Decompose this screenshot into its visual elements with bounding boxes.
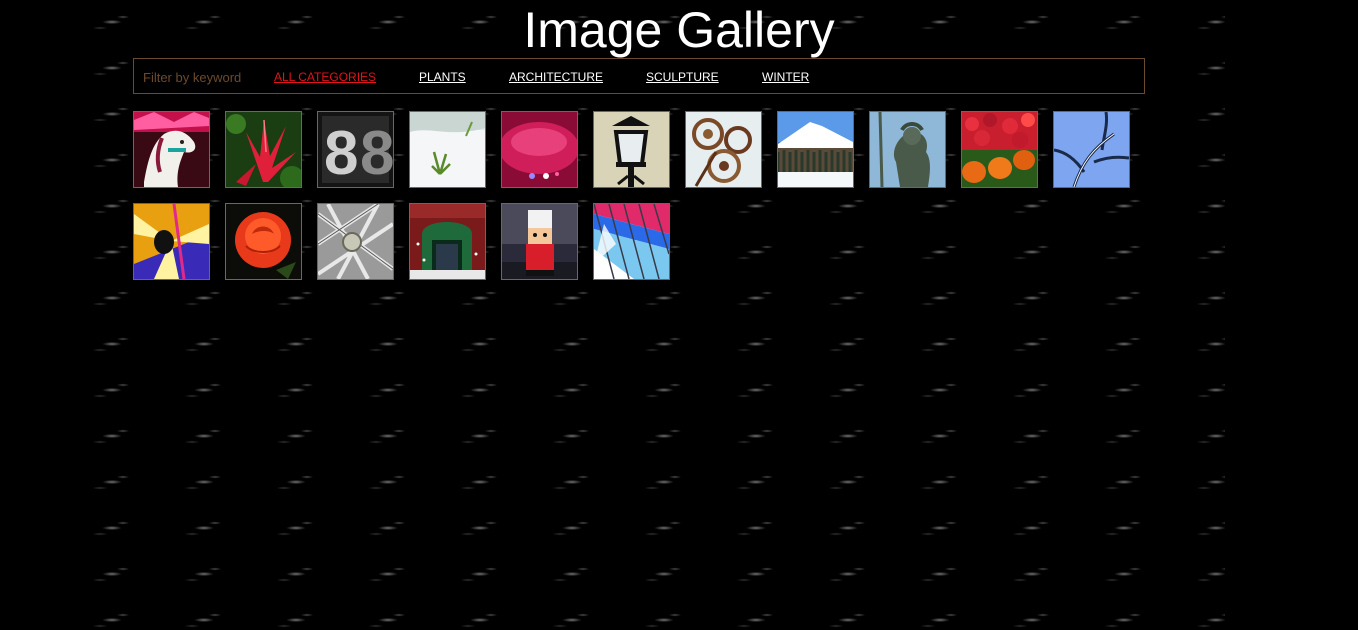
thumbnail-color-glass-ceiling[interactable] — [593, 203, 670, 280]
thumbnail-red-bromeliad[interactable] — [225, 111, 302, 188]
thumbnail-number-eight-sign[interactable]: 88 — [317, 111, 394, 188]
category-plants[interactable]: PLANTS — [419, 70, 466, 84]
thumbnail-snowy-mountain[interactable] — [777, 111, 854, 188]
thumbnail-snow-plant[interactable] — [409, 111, 486, 188]
svg-text:8: 8 — [360, 119, 393, 187]
page-title: Image Gallery — [523, 2, 835, 58]
thumbnail-snowy-branches[interactable] — [1053, 111, 1130, 188]
thumbnail-steel-truss-ornament[interactable] — [317, 203, 394, 280]
keyword-filter-input[interactable] — [143, 68, 261, 86]
category-sculpture[interactable]: SCULPTURE — [646, 70, 719, 84]
thumbnail-neptune-statue[interactable] — [869, 111, 946, 188]
thumbnail-carousel-horse[interactable] — [133, 111, 210, 188]
thumbnail-pumpkins-and-mums[interactable] — [961, 111, 1038, 188]
thumbnail-light-burst[interactable] — [133, 203, 210, 280]
left-margin — [0, 0, 84, 630]
thumbnail-street-lamp[interactable] — [593, 111, 670, 188]
thumbnail-pink-lights[interactable] — [501, 111, 578, 188]
category-all[interactable]: ALL CATEGORIES — [274, 70, 376, 84]
category-architecture[interactable]: ARCHITECTURE — [509, 70, 603, 84]
thumbnail-nutcracker[interactable] — [501, 203, 578, 280]
thumbnail-storefront-in-snow[interactable] — [409, 203, 486, 280]
category-winter[interactable]: WINTER — [762, 70, 809, 84]
filter-bar: ALL CATEGORIES PLANTS ARCHITECTURE SCULP… — [133, 58, 1145, 94]
svg-text:8: 8 — [324, 119, 358, 187]
thumbnail-red-rose[interactable] — [225, 203, 302, 280]
right-margin — [1225, 0, 1358, 630]
thumbnail-metal-flower-sculpture[interactable] — [685, 111, 762, 188]
